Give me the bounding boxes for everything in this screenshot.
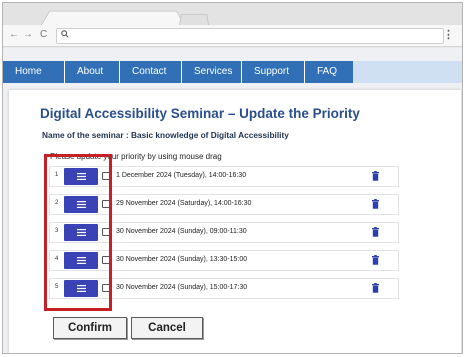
drag-handle-icon[interactable]	[64, 280, 98, 297]
drag-handle-icon[interactable]	[64, 252, 98, 269]
trash-icon[interactable]	[372, 199, 379, 209]
browser-menu-icon[interactable]: ⋮	[443, 28, 454, 41]
browser-toolbar: ← → C ⋮	[3, 25, 462, 47]
session-date: 30 November 2024 (Sunday), 15:00-17:30	[116, 284, 248, 291]
back-icon[interactable]: ←	[9, 29, 19, 41]
nav-item-home[interactable]: Home	[3, 61, 65, 83]
page-viewport: Home About Contact Services Support FAQ …	[3, 48, 462, 353]
drag-handle-icon[interactable]	[64, 224, 98, 241]
search-icon	[61, 30, 69, 38]
row-checkbox[interactable]	[102, 228, 110, 236]
reload-icon[interactable]: C	[40, 29, 47, 41]
new-tab-button[interactable]	[179, 14, 209, 25]
site-navigation: Home About Contact Services Support FAQ	[3, 61, 462, 83]
confirm-button[interactable]: Confirm	[53, 317, 127, 339]
seminar-name: Name of the seminar : Basic knowledge of…	[42, 130, 289, 140]
nav-item-faq[interactable]: FAQ	[305, 61, 353, 83]
priority-number: 4	[55, 256, 59, 262]
tab-strip	[3, 3, 462, 25]
row-checkbox[interactable]	[102, 256, 110, 264]
nav-item-services[interactable]: Services	[182, 61, 242, 83]
row-checkbox[interactable]	[102, 172, 110, 180]
nav-item-contact[interactable]: Contact	[120, 61, 182, 83]
priority-row[interactable]: 5 30 November 2024 (Sunday), 15:00-17:30	[49, 278, 399, 299]
drag-instruction: Please update your priority by using mou…	[50, 152, 222, 161]
address-bar[interactable]	[56, 28, 444, 44]
browser-tab[interactable]	[41, 10, 185, 25]
trash-icon[interactable]	[372, 283, 379, 293]
priority-number: 1	[55, 172, 59, 178]
row-checkbox[interactable]	[102, 200, 110, 208]
priority-row[interactable]: 4 30 November 2024 (Sunday), 13:30-15:00	[49, 250, 399, 271]
page-title: Digital Accessibility Seminar – Update t…	[40, 106, 360, 121]
priority-row[interactable]: 1 1 December 2024 (Tuesday), 14:00-16:30	[49, 166, 399, 187]
session-date: 30 November 2024 (Sunday), 13:30-15:00	[116, 256, 248, 263]
session-date: 29 November 2024 (Saturday), 14:00-16:30	[116, 200, 252, 207]
trash-icon[interactable]	[372, 227, 379, 237]
nav-item-support[interactable]: Support	[242, 61, 305, 83]
priority-number: 2	[55, 200, 59, 206]
row-checkbox[interactable]	[102, 284, 110, 292]
content-card: Digital Accessibility Seminar – Update t…	[9, 90, 461, 353]
session-date: 1 December 2024 (Tuesday), 14:00-16:30	[116, 172, 247, 179]
session-date: 30 November 2024 (Sunday), 09:00-11:30	[116, 228, 247, 235]
trash-icon[interactable]	[372, 255, 379, 265]
trash-icon[interactable]	[372, 171, 379, 181]
nav-item-about[interactable]: About	[65, 61, 120, 83]
priority-number: 5	[55, 284, 59, 290]
forward-icon[interactable]: →	[23, 29, 33, 41]
priority-row[interactable]: 3 30 November 2024 (Sunday), 09:00-11:30	[49, 222, 399, 243]
priority-number: 3	[55, 228, 59, 234]
priority-row[interactable]: 2 29 November 2024 (Saturday), 14:00-16:…	[49, 194, 399, 215]
drag-handle-icon[interactable]	[64, 196, 98, 213]
cancel-button[interactable]: Cancel	[131, 317, 203, 339]
drag-handle-icon[interactable]	[64, 168, 98, 185]
site-navigation-bar: Home About Contact Services Support FAQ	[3, 61, 353, 83]
browser-window: ← → C ⋮ Home About Contact Services Supp…	[2, 2, 463, 354]
